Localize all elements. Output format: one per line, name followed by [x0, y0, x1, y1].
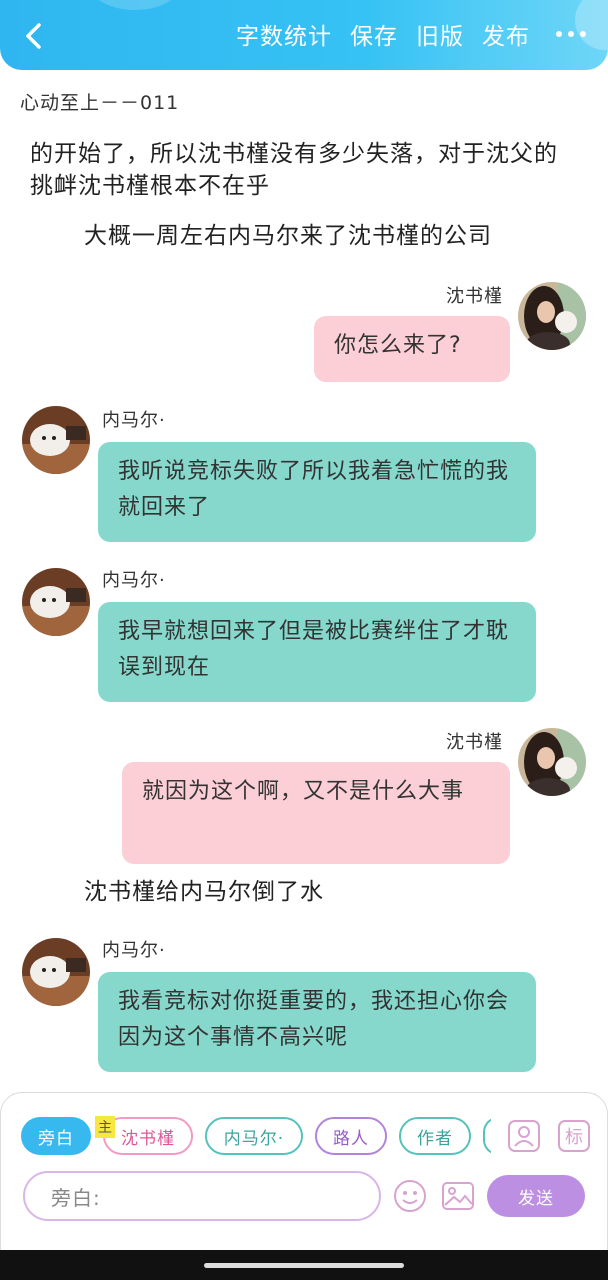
send-button[interactable]: 发送: [487, 1175, 585, 1217]
message-bubble[interactable]: 就因为这个啊，又不是什么大事: [122, 762, 510, 864]
message-input[interactable]: 旁白:: [23, 1171, 381, 1221]
composer-panel: 旁白 沈书槿 内马尔· 路人 作者 标 旁白: 发送: [0, 1092, 608, 1250]
narration-text[interactable]: 的开始了，所以沈书槿没有多少失落，对于沈父的挑衅沈书槿根本不在乎: [30, 138, 580, 202]
speaker-name: 沈书槿: [446, 286, 503, 307]
emoji-icon[interactable]: [393, 1179, 427, 1213]
old-version-button[interactable]: 旧版: [416, 17, 464, 51]
role-chip-passerby[interactable]: 路人: [315, 1117, 387, 1155]
message-bubble[interactable]: 我看竞标对你挺重要的，我还担心你会因为这个事情不高兴呢: [98, 972, 536, 1072]
role-chip-more[interactable]: [483, 1117, 491, 1155]
top-bar: 字数统计 保存 旧版 发布: [0, 0, 608, 70]
chevron-left-icon[interactable]: [18, 20, 48, 52]
role-chip-neymar[interactable]: 内马尔·: [205, 1117, 303, 1155]
speaker-name: 沈书槿: [446, 732, 503, 753]
speaker-name: 内马尔·: [102, 410, 166, 431]
mark-icon[interactable]: 标: [557, 1119, 591, 1153]
owner-badge: 主: [95, 1116, 115, 1138]
system-nav-bar: [0, 1250, 608, 1280]
message-bubble[interactable]: 我早就想回来了但是被比赛绊住了才耽误到现在: [98, 602, 536, 702]
speaker-name: 内马尔·: [102, 570, 166, 591]
role-chip-author[interactable]: 作者: [399, 1117, 471, 1155]
more-horizontal-icon[interactable]: [556, 31, 586, 37]
publish-button[interactable]: 发布: [482, 17, 530, 51]
word-count-button[interactable]: 字数统计: [236, 17, 332, 51]
save-button[interactable]: 保存: [350, 17, 398, 51]
avatar-neymar[interactable]: [22, 568, 90, 636]
speaker-name: 内马尔·: [102, 940, 166, 961]
role-chip-narration[interactable]: 旁白: [21, 1117, 91, 1155]
avatar-shen[interactable]: [518, 728, 586, 796]
svg-text:标: 标: [565, 1127, 583, 1148]
avatar-neymar[interactable]: [22, 938, 90, 1006]
home-indicator[interactable]: [204, 1263, 404, 1268]
role-chip-shen[interactable]: 沈书槿: [103, 1117, 193, 1155]
person-card-icon[interactable]: [507, 1119, 541, 1153]
image-icon[interactable]: [441, 1179, 475, 1213]
message-bubble[interactable]: 你怎么来了?: [314, 316, 510, 382]
avatar-neymar[interactable]: [22, 406, 90, 474]
header-actions: 字数统计 保存 旧版 发布: [236, 14, 586, 54]
avatar-shen[interactable]: [518, 282, 586, 350]
message-bubble[interactable]: 我听说竞标失败了所以我着急忙慌的我就回来了: [98, 442, 536, 542]
role-selector: 旁白 沈书槿 内马尔· 路人 作者: [21, 1117, 491, 1157]
narration-text[interactable]: 大概一周左右内马尔来了沈书槿的公司: [84, 220, 492, 252]
chapter-title: 心动至上－－011: [20, 92, 180, 114]
header-decoration: [90, 0, 180, 10]
narration-text[interactable]: 沈书槿给内马尔倒了水: [84, 876, 324, 908]
